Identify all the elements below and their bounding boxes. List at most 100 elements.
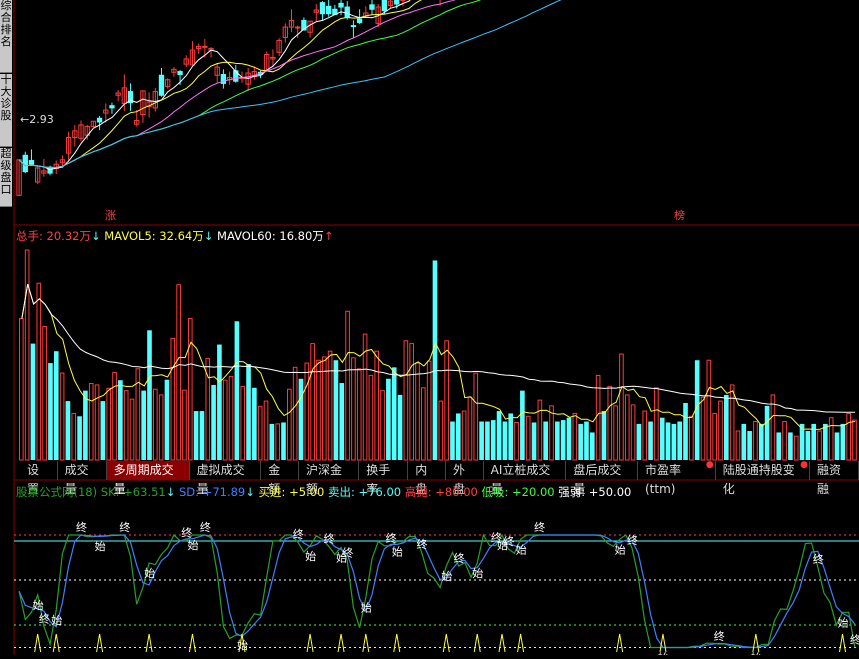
sd-value: +71.89 bbox=[203, 485, 246, 499]
start-signal: 始 bbox=[441, 569, 452, 583]
volume-bar bbox=[853, 420, 857, 460]
buy-tick bbox=[189, 634, 195, 652]
volume-bar bbox=[322, 357, 326, 460]
volume-bar bbox=[520, 391, 525, 460]
tab-1[interactable]: 成交量 bbox=[58, 461, 107, 480]
volume-bar bbox=[20, 318, 24, 460]
volume-bar bbox=[392, 367, 397, 460]
volume-bar bbox=[54, 351, 59, 460]
start-signal: 始 bbox=[392, 545, 403, 559]
volume-bar bbox=[25, 250, 29, 460]
price-candle bbox=[345, 7, 349, 17]
sell-label: 卖出: bbox=[324, 485, 358, 499]
indicator-legend: 股票公式网(18) SK: +63.51↓ SD: +71.89↓ 买进: +5… bbox=[16, 484, 631, 500]
buy-label: 买进: bbox=[255, 485, 289, 499]
volume-bar bbox=[288, 389, 292, 460]
tab-9[interactable]: AI立桩成交量 bbox=[484, 461, 567, 480]
tab-10[interactable]: 盘后成交量 bbox=[566, 461, 638, 480]
volume-bar bbox=[515, 422, 519, 460]
volume-bar bbox=[89, 384, 93, 460]
end-signal: 终 bbox=[293, 527, 304, 541]
volume-bar bbox=[747, 431, 752, 460]
sk-line bbox=[19, 535, 855, 648]
sidebar-tab-diagnosis[interactable]: 十大诊股 bbox=[0, 74, 12, 147]
price-candle bbox=[382, 0, 386, 10]
price-candle bbox=[296, 27, 300, 28]
high-label: 高抛: bbox=[401, 485, 435, 499]
price-low-annotation: ←2.93 bbox=[20, 113, 54, 126]
price-candle bbox=[23, 155, 27, 171]
end-signal: 终 bbox=[714, 629, 725, 643]
end-signal: 终 bbox=[386, 531, 397, 545]
volume-bar bbox=[200, 411, 205, 460]
volume-bar bbox=[677, 422, 682, 460]
volume-bar bbox=[276, 424, 280, 460]
tab-0[interactable]: 设置 bbox=[20, 461, 58, 480]
volume-bar bbox=[660, 418, 665, 460]
tab-5[interactable]: 沪深金额 bbox=[299, 461, 359, 480]
volume-bar bbox=[369, 375, 373, 460]
volume-bar bbox=[211, 385, 216, 460]
volume-bar bbox=[31, 344, 36, 460]
volume-bar bbox=[508, 413, 513, 460]
volume-bar bbox=[141, 391, 146, 460]
volume-bar bbox=[754, 422, 758, 460]
low-value: +20.00 bbox=[512, 485, 555, 499]
tab-3[interactable]: 虚拟成交量 bbox=[190, 461, 262, 480]
tab-4[interactable]: 金额 bbox=[261, 461, 299, 480]
end-signal: 终 bbox=[324, 531, 335, 545]
tab-12[interactable]: 陆股通持股变化● bbox=[716, 461, 810, 480]
volume-bar bbox=[643, 411, 647, 460]
stock-chart[interactable]: 始终始终始终始终始终始终始终始终始终始终始终始终始终始终始终始终始终始终 bbox=[0, 0, 859, 655]
dot-icon: ● bbox=[800, 461, 808, 470]
volume-bar bbox=[398, 395, 403, 460]
volume-bar bbox=[328, 351, 332, 460]
tab-2[interactable]: 多周期成交量 bbox=[107, 461, 190, 480]
volume-bar bbox=[701, 397, 705, 460]
volume-bar bbox=[555, 422, 560, 460]
tab-7[interactable]: 内盘 bbox=[408, 461, 446, 480]
volume-bar bbox=[130, 399, 134, 460]
ranking-marker[interactable]: 榜 bbox=[674, 207, 685, 223]
sidebar-tab-orderbook[interactable]: 超级盘口 bbox=[0, 148, 12, 207]
tab-11[interactable]: 市盈率(ttm)● bbox=[638, 461, 716, 480]
volume-bar bbox=[625, 395, 629, 460]
end-signal: 终 bbox=[200, 520, 211, 534]
low-label: 低吸: bbox=[478, 485, 512, 499]
volume-bar bbox=[707, 360, 711, 460]
volume-bar bbox=[427, 361, 431, 460]
sidebar-tab-label: 综合排名 bbox=[0, 0, 12, 48]
high-value: +80.00 bbox=[435, 485, 478, 499]
buy-tick bbox=[338, 634, 344, 652]
limit-up-marker[interactable]: 涨 bbox=[105, 207, 116, 223]
volume-bar bbox=[666, 422, 671, 460]
volume-bar bbox=[765, 406, 770, 460]
dot-icon: ● bbox=[706, 461, 714, 470]
start-signal: 始 bbox=[51, 613, 62, 627]
volume-bar bbox=[573, 413, 577, 460]
volume-bar bbox=[759, 424, 764, 460]
volume-bar bbox=[281, 422, 286, 460]
tab-13[interactable]: 融资融 bbox=[810, 461, 859, 480]
mavol60-label: MAVOL60: bbox=[213, 229, 279, 243]
tab-6[interactable]: 换手率 bbox=[359, 461, 408, 480]
buy-tick bbox=[443, 634, 449, 652]
volume-bar bbox=[83, 391, 88, 460]
volume-bar bbox=[590, 432, 595, 460]
tab-8[interactable]: 外盘 bbox=[446, 461, 484, 480]
start-signal: 始 bbox=[615, 542, 626, 556]
volume-bar bbox=[60, 373, 64, 460]
chart-stage: 始终始终始终始终始终始终始终始终始终始终始终始终始终始终始终始终始终始终 bbox=[0, 0, 859, 655]
indicator-name[interactable]: 股票公式网(18) bbox=[16, 485, 97, 499]
sidebar-tab-ranking[interactable]: 综合排名 bbox=[0, 0, 12, 73]
volume-bar bbox=[794, 436, 798, 460]
buy-tick bbox=[363, 634, 369, 652]
buy-tick bbox=[753, 634, 759, 652]
sd-label: SD: bbox=[175, 485, 202, 499]
buy-tick bbox=[660, 634, 666, 652]
sd-line bbox=[19, 535, 855, 648]
volume-bar bbox=[72, 413, 76, 460]
start-signal: 始 bbox=[838, 615, 849, 629]
volume-bar bbox=[602, 411, 607, 460]
volume-bar bbox=[95, 385, 99, 460]
